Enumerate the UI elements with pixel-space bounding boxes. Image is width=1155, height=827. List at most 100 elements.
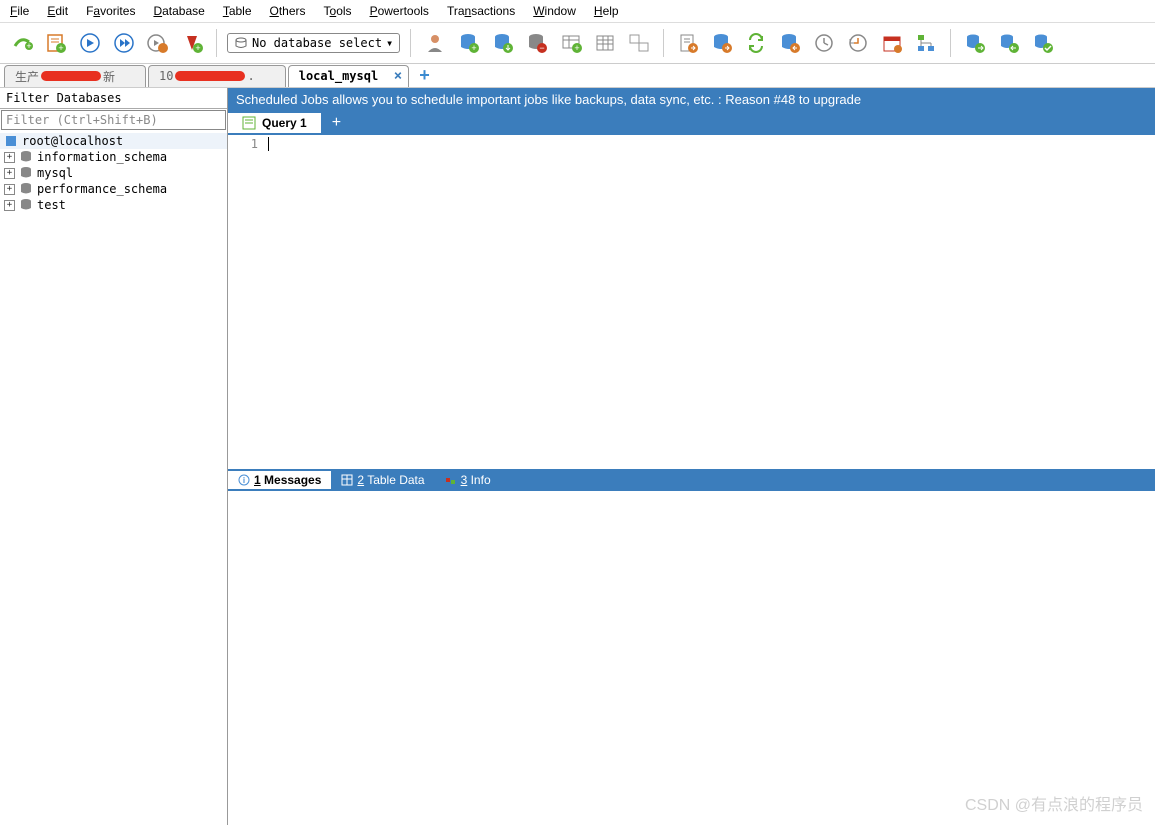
- new-connection-icon[interactable]: +: [8, 29, 36, 57]
- query-tabs: Query 1 +: [228, 111, 1155, 135]
- svg-text:+: +: [26, 41, 31, 51]
- connection-tab-2[interactable]: 10.: [148, 65, 286, 87]
- add-query-tab-button[interactable]: +: [322, 114, 351, 132]
- table-icon: [341, 474, 353, 486]
- calendar-icon[interactable]: [878, 29, 906, 57]
- db-import-icon[interactable]: [995, 29, 1023, 57]
- database-icon: [19, 150, 33, 164]
- menu-bar: File Edit Favorites Database Table Other…: [0, 0, 1155, 23]
- db-export-icon[interactable]: [961, 29, 989, 57]
- tree-db-performance-schema[interactable]: +performance_schema: [0, 181, 227, 197]
- database-icon: [19, 198, 33, 212]
- expand-icon[interactable]: +: [4, 200, 15, 211]
- upgrade-banner[interactable]: Scheduled Jobs allows you to schedule im…: [228, 88, 1155, 111]
- result-tab-tabledata[interactable]: 2 Table Data: [331, 471, 434, 489]
- table-create-icon[interactable]: +: [557, 29, 585, 57]
- svg-text:+: +: [472, 43, 477, 53]
- refresh-icon[interactable]: +: [178, 29, 206, 57]
- expand-icon[interactable]: +: [4, 168, 15, 179]
- execute-explain-icon[interactable]: [144, 29, 172, 57]
- result-panel: [228, 491, 1155, 825]
- query-tab-1[interactable]: Query 1: [228, 113, 322, 133]
- query-icon: [242, 116, 256, 130]
- tab-label: 生产: [15, 68, 39, 85]
- new-query-icon[interactable]: +: [42, 29, 70, 57]
- execute-query-icon[interactable]: [76, 29, 104, 57]
- main-area: Filter Databases root@localhost +informa…: [0, 88, 1155, 825]
- svg-text:+: +: [575, 43, 580, 53]
- db-check-icon[interactable]: [1029, 29, 1057, 57]
- db-create-icon[interactable]: +: [455, 29, 483, 57]
- menu-transactions[interactable]: Transactions: [447, 4, 515, 18]
- menu-window[interactable]: Window: [533, 4, 576, 18]
- toolbar-separator: [410, 29, 411, 57]
- result-tab-messages[interactable]: i 1 Messages: [228, 471, 331, 489]
- db-delete-icon[interactable]: −: [523, 29, 551, 57]
- result-tabs: i 1 Messages 2 Table Data 3 Info: [228, 469, 1155, 491]
- toolbar: + + + No database select ▾ + − +: [0, 23, 1155, 64]
- menu-powertools[interactable]: Powertools: [370, 4, 429, 18]
- menu-edit[interactable]: Edit: [47, 4, 68, 18]
- schedule-icon[interactable]: [810, 29, 838, 57]
- add-tab-button[interactable]: +: [411, 65, 438, 86]
- menu-file[interactable]: File: [10, 4, 29, 18]
- server-icon: [4, 134, 18, 148]
- close-icon[interactable]: ×: [394, 68, 402, 84]
- menu-table[interactable]: Table: [223, 4, 252, 18]
- line-gutter: 1: [228, 135, 264, 469]
- sidebar: Filter Databases root@localhost +informa…: [0, 88, 228, 825]
- connection-tabs: 生产新 10. local_mysql × +: [0, 64, 1155, 88]
- table-view-icon[interactable]: [591, 29, 619, 57]
- line-number: 1: [234, 137, 258, 151]
- user-manager-icon[interactable]: [421, 29, 449, 57]
- db-sync-down-icon[interactable]: [489, 29, 517, 57]
- schema-icon[interactable]: [912, 29, 940, 57]
- menu-others[interactable]: Others: [270, 4, 306, 18]
- menu-tools[interactable]: Tools: [324, 4, 352, 18]
- tree-db-test[interactable]: +test: [0, 197, 227, 213]
- table-relation-icon[interactable]: [625, 29, 653, 57]
- svg-text:+: +: [195, 43, 200, 53]
- chevron-down-icon: ▾: [386, 36, 393, 50]
- tree-connection-root[interactable]: root@localhost: [0, 133, 227, 149]
- backup-db-icon[interactable]: [708, 29, 736, 57]
- tab-label: local_mysql: [299, 69, 378, 83]
- info2-icon: [445, 474, 457, 486]
- menu-favorites[interactable]: Favorites: [86, 4, 135, 18]
- database-tree: root@localhost +information_schema +mysq…: [0, 131, 227, 825]
- tree-db-mysql[interactable]: +mysql: [0, 165, 227, 181]
- database-selector[interactable]: No database select ▾: [227, 33, 400, 53]
- db-selector-label: No database select: [252, 36, 382, 50]
- result-tab-info[interactable]: 3 Info: [435, 471, 501, 489]
- sync-icon[interactable]: [742, 29, 770, 57]
- menu-database[interactable]: Database: [153, 4, 204, 18]
- expand-icon[interactable]: +: [4, 152, 15, 163]
- query-tab-label: Query 1: [262, 116, 307, 130]
- connection-tab-local-mysql[interactable]: local_mysql ×: [288, 65, 409, 87]
- database-icon: [19, 166, 33, 180]
- sql-editor[interactable]: 1: [228, 135, 1155, 469]
- svg-text:+: +: [58, 43, 63, 53]
- toolbar-separator: [216, 29, 217, 57]
- toolbar-separator: [950, 29, 951, 57]
- history-icon[interactable]: [844, 29, 872, 57]
- expand-icon[interactable]: +: [4, 184, 15, 195]
- tab-label: 10: [159, 69, 173, 83]
- execute-all-icon[interactable]: [110, 29, 138, 57]
- import-db-icon[interactable]: [776, 29, 804, 57]
- tree-db-information-schema[interactable]: +information_schema: [0, 149, 227, 165]
- editor-body[interactable]: [264, 135, 1155, 469]
- tree-root-label: root@localhost: [22, 134, 123, 148]
- export-icon[interactable]: [674, 29, 702, 57]
- filter-databases-input[interactable]: [1, 110, 226, 130]
- sidebar-header: Filter Databases: [0, 88, 227, 109]
- content-area: Scheduled Jobs allows you to schedule im…: [228, 88, 1155, 825]
- svg-text:−: −: [540, 43, 545, 53]
- database-icon: [19, 182, 33, 196]
- connection-tab-1[interactable]: 生产新: [4, 65, 146, 87]
- svg-text:i: i: [243, 476, 245, 485]
- info-icon: i: [238, 474, 250, 486]
- menu-help[interactable]: Help: [594, 4, 619, 18]
- text-cursor: [268, 137, 269, 151]
- toolbar-separator: [663, 29, 664, 57]
